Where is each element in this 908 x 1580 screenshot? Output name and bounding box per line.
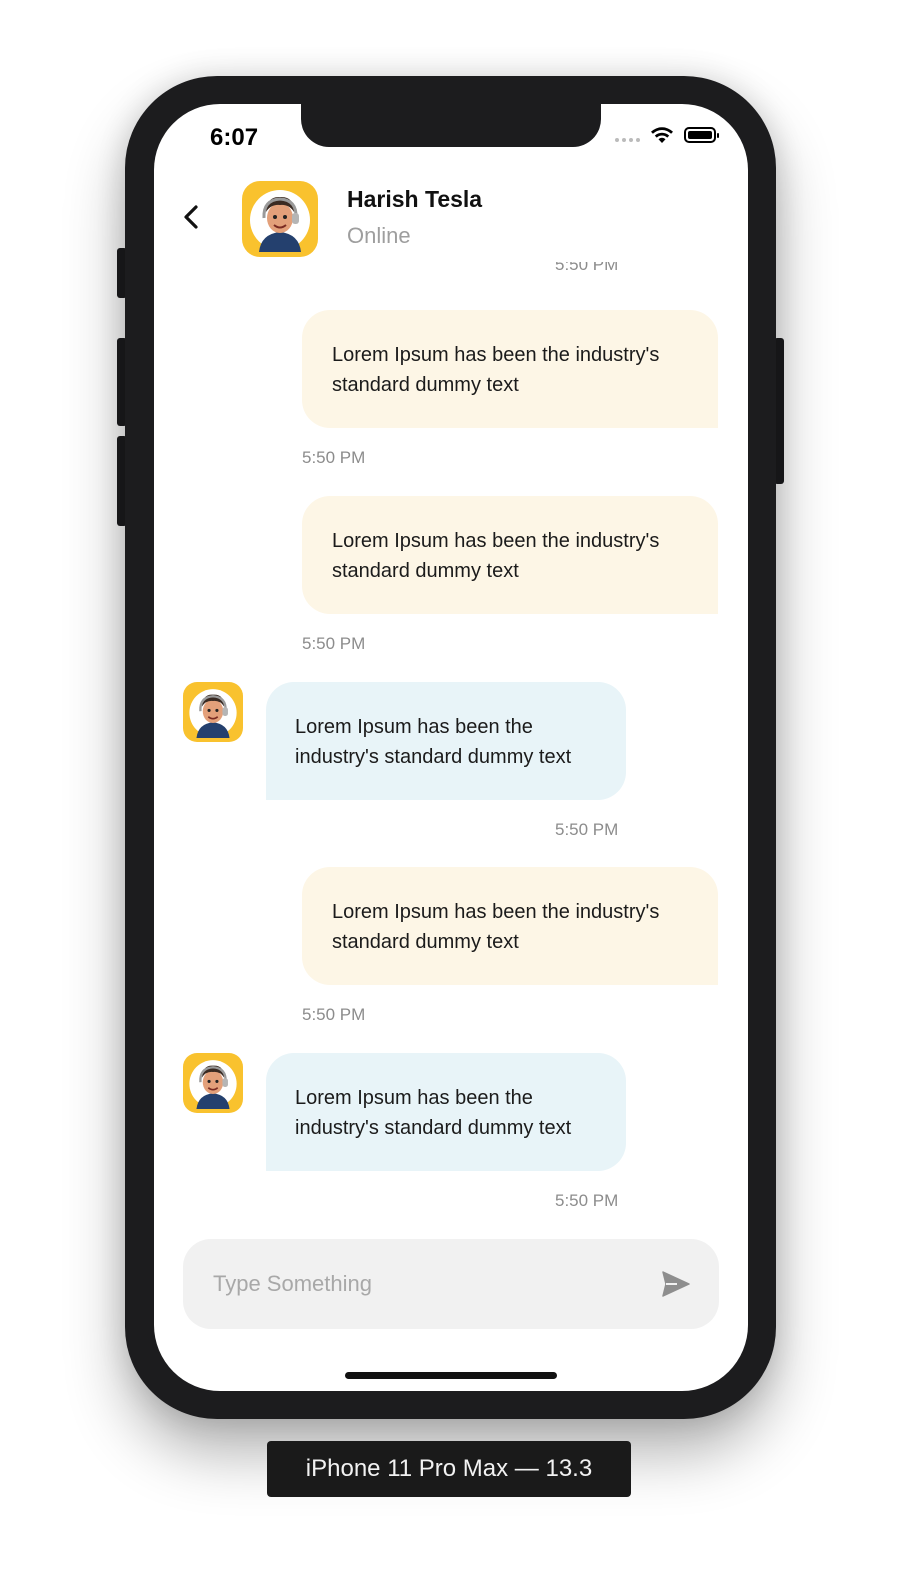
message-time: 5:50 PM [302, 1005, 366, 1024]
status-icons [615, 126, 719, 144]
message-time: 5:50 PM [555, 1191, 619, 1210]
message-text: Lorem Ipsum has been the industry's stan… [295, 1087, 572, 1139]
incoming-message-bubble: Lorem Ipsum has been the industry's stan… [266, 682, 626, 800]
sender-avatar [183, 1053, 243, 1113]
message-input[interactable] [213, 1239, 633, 1329]
avatar-icon [250, 190, 310, 252]
message-text: Lorem Ipsum has been the industry's stan… [332, 344, 660, 396]
avatar-icon [189, 689, 237, 738]
back-chevron-icon[interactable] [180, 202, 204, 232]
sender-avatar [183, 682, 243, 742]
status-time: 6:07 [210, 124, 259, 151]
message-time: 5:50 PM [302, 448, 366, 467]
avatar-icon [189, 1060, 237, 1109]
message-text: Lorem Ipsum has been the industry's stan… [332, 901, 660, 953]
contact-avatar[interactable] [242, 181, 318, 257]
incoming-message-bubble: Lorem Ipsum has been the industry's stan… [266, 1053, 626, 1171]
outgoing-message-bubble: Lorem Ipsum has been the industry's stan… [302, 310, 718, 428]
message-text: Lorem Ipsum has been the industry's stan… [332, 530, 660, 582]
notch [301, 104, 601, 147]
message-time: 5:50 PM [555, 262, 619, 274]
phone-screen: 6:07 Harish Tesla Online 5:50 PM Lorem I… [154, 104, 748, 1391]
wifi-icon [651, 127, 673, 143]
outgoing-message-bubble: Lorem Ipsum has been the industry's stan… [302, 867, 718, 985]
simulator-device-label: iPhone 11 Pro Max — 13.3 [267, 1441, 631, 1497]
message-time: 5:50 PM [555, 820, 619, 839]
message-time: 5:50 PM [302, 634, 366, 653]
message-composer [183, 1239, 719, 1329]
battery-icon [684, 127, 719, 143]
signal-icon [615, 138, 640, 142]
outgoing-message-bubble: Lorem Ipsum has been the industry's stan… [302, 496, 718, 614]
send-icon[interactable] [661, 1269, 691, 1299]
home-indicator[interactable] [345, 1372, 557, 1379]
message-text: Lorem Ipsum has been the industry's stan… [295, 716, 572, 768]
contact-status: Online [347, 223, 411, 248]
contact-name: Harish Tesla [347, 186, 483, 212]
chat-messages: 5:50 PM Lorem Ipsum has been the industr… [154, 262, 748, 1212]
